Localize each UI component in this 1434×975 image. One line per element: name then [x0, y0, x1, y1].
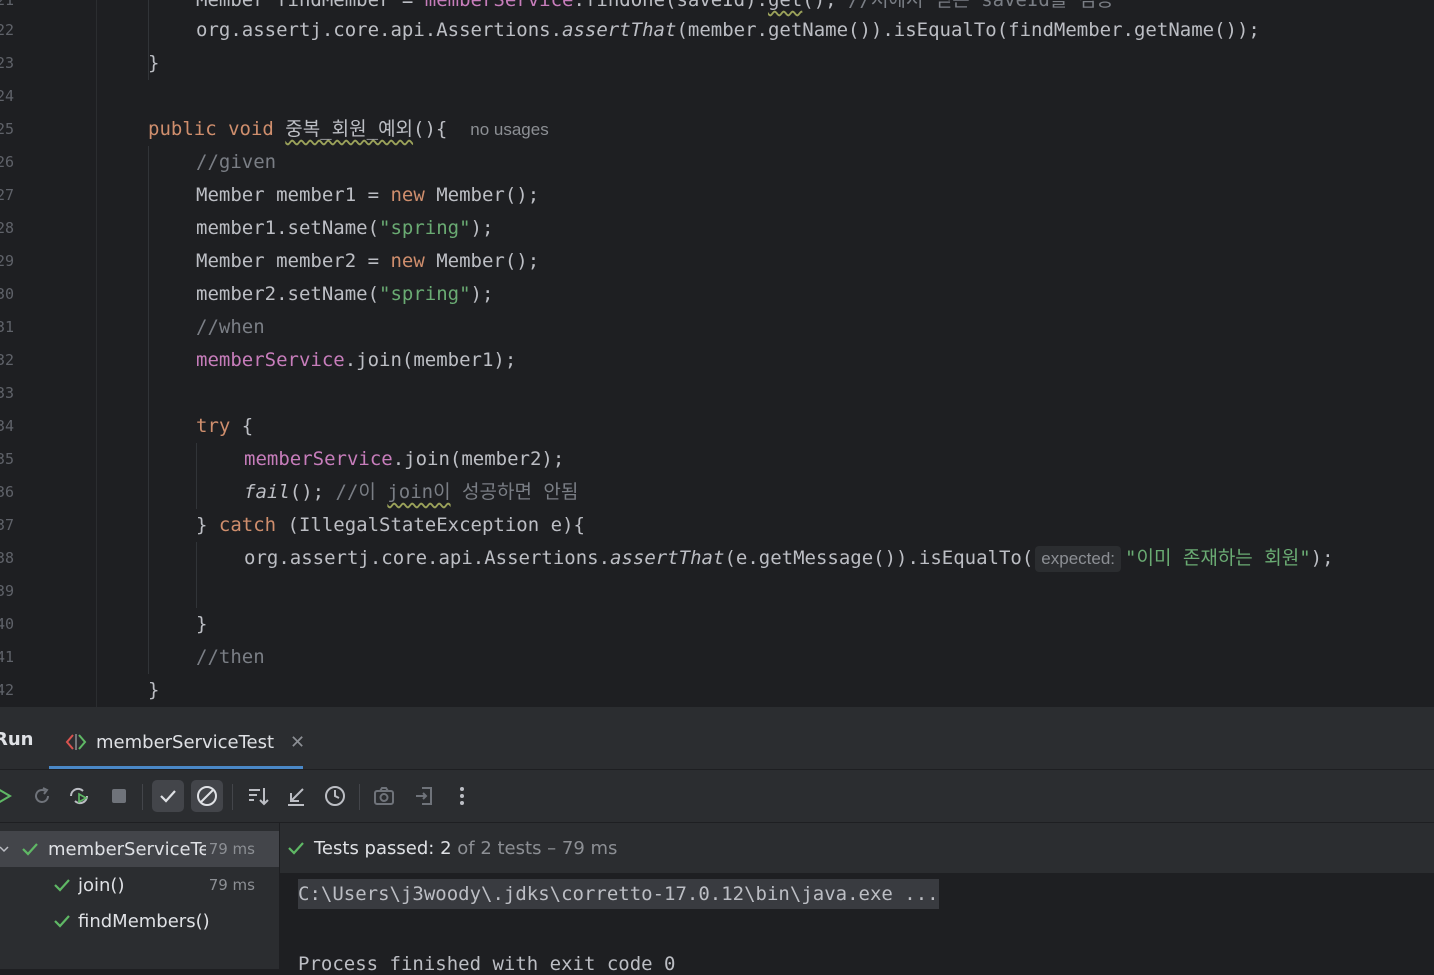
- more-options-icon[interactable]: [446, 780, 478, 812]
- toolbar-separator: [359, 784, 360, 810]
- usages-hint: no usages: [470, 120, 549, 139]
- line-number: 38: [0, 549, 15, 567]
- close-icon[interactable]: ✕: [290, 732, 305, 753]
- code-line-42: }: [148, 679, 160, 701]
- code-line-38: org.assertj.core.api.Assertions.assertTh…: [244, 542, 1334, 575]
- indent-guide: [196, 443, 197, 509]
- line-number: 39: [0, 582, 15, 600]
- toolbar-separator: [232, 784, 233, 810]
- stop-icon[interactable]: [103, 780, 135, 812]
- export-icon[interactable]: [408, 780, 440, 812]
- code-line-36: fail(); //이 join이 성공하면 안됨: [244, 481, 579, 503]
- sort-icon[interactable]: [242, 780, 274, 812]
- collapse-icon[interactable]: [280, 780, 312, 812]
- show-ignored-icon[interactable]: [191, 780, 223, 812]
- line-number: 40: [0, 615, 15, 633]
- console-output[interactable]: Tests passed: 2 of 2 tests – 79 ms C:\Us…: [280, 823, 1434, 975]
- junit-icon: [64, 733, 88, 751]
- toolbar-separator: [142, 784, 143, 810]
- show-passed-icon[interactable]: [152, 780, 184, 812]
- line-number: 34: [0, 417, 15, 435]
- code-line-32: memberService.join(member1);: [196, 349, 517, 371]
- toggle-auto-test-icon[interactable]: [63, 780, 95, 812]
- tab-member-service-test[interactable]: memberServiceTest ✕: [64, 725, 305, 759]
- line-number: 31: [0, 318, 15, 336]
- code-line-23: }: [148, 52, 160, 74]
- code-line-29: Member member2 = new Member();: [196, 250, 540, 272]
- code-line-31: //when: [196, 316, 265, 338]
- code-line-27: Member member1 = new Member();: [196, 184, 540, 206]
- run-panel: Run memberServiceTest ✕ memberServiceTe …: [0, 707, 1434, 975]
- line-number: 23: [0, 54, 15, 72]
- line-number: 22: [0, 21, 15, 39]
- status-summary: of 2 tests – 79 ms: [457, 837, 618, 859]
- run-toolbar: [0, 770, 1434, 823]
- test-duration: 79 ms: [208, 840, 255, 858]
- code-editor[interactable]: 21 22 23 24 25 26 27 28 29 30 31 32 33 3…: [0, 0, 1434, 707]
- status-prefix: Tests passed:: [314, 837, 435, 859]
- line-number: 33: [0, 384, 15, 402]
- tree-item-find-members[interactable]: findMembers(): [0, 903, 279, 939]
- code-line-37: } catch (IllegalStateException e){: [196, 514, 585, 536]
- run-panel-title: Run: [0, 729, 34, 750]
- history-icon[interactable]: [319, 780, 351, 812]
- indent-guide: [148, 146, 149, 674]
- tree-item-label: memberServiceTest: [48, 838, 206, 860]
- code-line-26: //given: [196, 151, 277, 173]
- line-number: 32: [0, 351, 15, 369]
- line-number-gutter: 21 22 23 24 25 26 27 28 29 30 31 32 33 3…: [0, 0, 90, 707]
- code-line-30: member2.setName("spring");: [196, 283, 494, 305]
- test-results-tree: memberServiceTest 79 ms join() 79 ms fin…: [0, 823, 280, 969]
- passed-check-icon: [20, 839, 40, 859]
- passed-check-icon: [286, 838, 306, 858]
- code-line-40: }: [196, 613, 208, 635]
- rerun-icon[interactable]: [0, 780, 20, 812]
- gutter-divider: [96, 0, 97, 707]
- line-number: 30: [0, 285, 15, 303]
- passed-check-icon: [52, 875, 72, 895]
- line-number: 25: [0, 120, 15, 138]
- line-number: 29: [0, 252, 15, 270]
- code-line-25: public void 중복_회원_예외(){ no usages: [148, 118, 549, 140]
- line-number: 41: [0, 648, 15, 666]
- line-number: 24: [0, 87, 15, 105]
- line-number: 26: [0, 153, 15, 171]
- line-number: 35: [0, 450, 15, 468]
- code-line-34: try {: [196, 415, 254, 437]
- active-tab-indicator: [49, 766, 303, 769]
- line-number: 36: [0, 483, 15, 501]
- run-tab-bar: Run memberServiceTest ✕: [0, 707, 1434, 770]
- tab-label: memberServiceTest: [96, 731, 275, 753]
- test-status-bar: Tests passed: 2 of 2 tests – 79 ms: [280, 823, 1434, 874]
- parameter-hint: expected:: [1035, 546, 1122, 572]
- line-number: 28: [0, 219, 15, 237]
- code-line-22: org.assertj.core.api.Assertions.assertTh…: [196, 19, 1260, 41]
- passed-check-icon: [52, 911, 72, 931]
- tree-item-label: findMembers(): [78, 910, 210, 932]
- chevron-down-icon[interactable]: [0, 843, 16, 855]
- line-number: 27: [0, 186, 15, 204]
- line-number: 42: [0, 681, 15, 699]
- rerun-failed-icon[interactable]: [26, 780, 58, 812]
- tree-item-member-service-test[interactable]: memberServiceTest 79 ms: [0, 831, 279, 867]
- status-passed-count: 2: [440, 837, 452, 859]
- code-line-41: //then: [196, 646, 265, 668]
- console-exit-line: Process finished with exit code 0: [298, 953, 676, 975]
- tree-item-label: join(): [78, 874, 125, 896]
- test-duration: 79 ms: [208, 876, 255, 894]
- tree-item-join[interactable]: join() 79 ms: [0, 867, 279, 903]
- line-number: 37: [0, 516, 15, 534]
- code-line-28: member1.setName("spring");: [196, 217, 494, 239]
- code-line-35: memberService.join(member2);: [244, 448, 565, 470]
- screenshot-icon[interactable]: [368, 780, 400, 812]
- console-command-line[interactable]: C:\Users\j3woody\.jdks\corretto-17.0.12\…: [298, 879, 939, 909]
- indent-guide: [196, 542, 197, 608]
